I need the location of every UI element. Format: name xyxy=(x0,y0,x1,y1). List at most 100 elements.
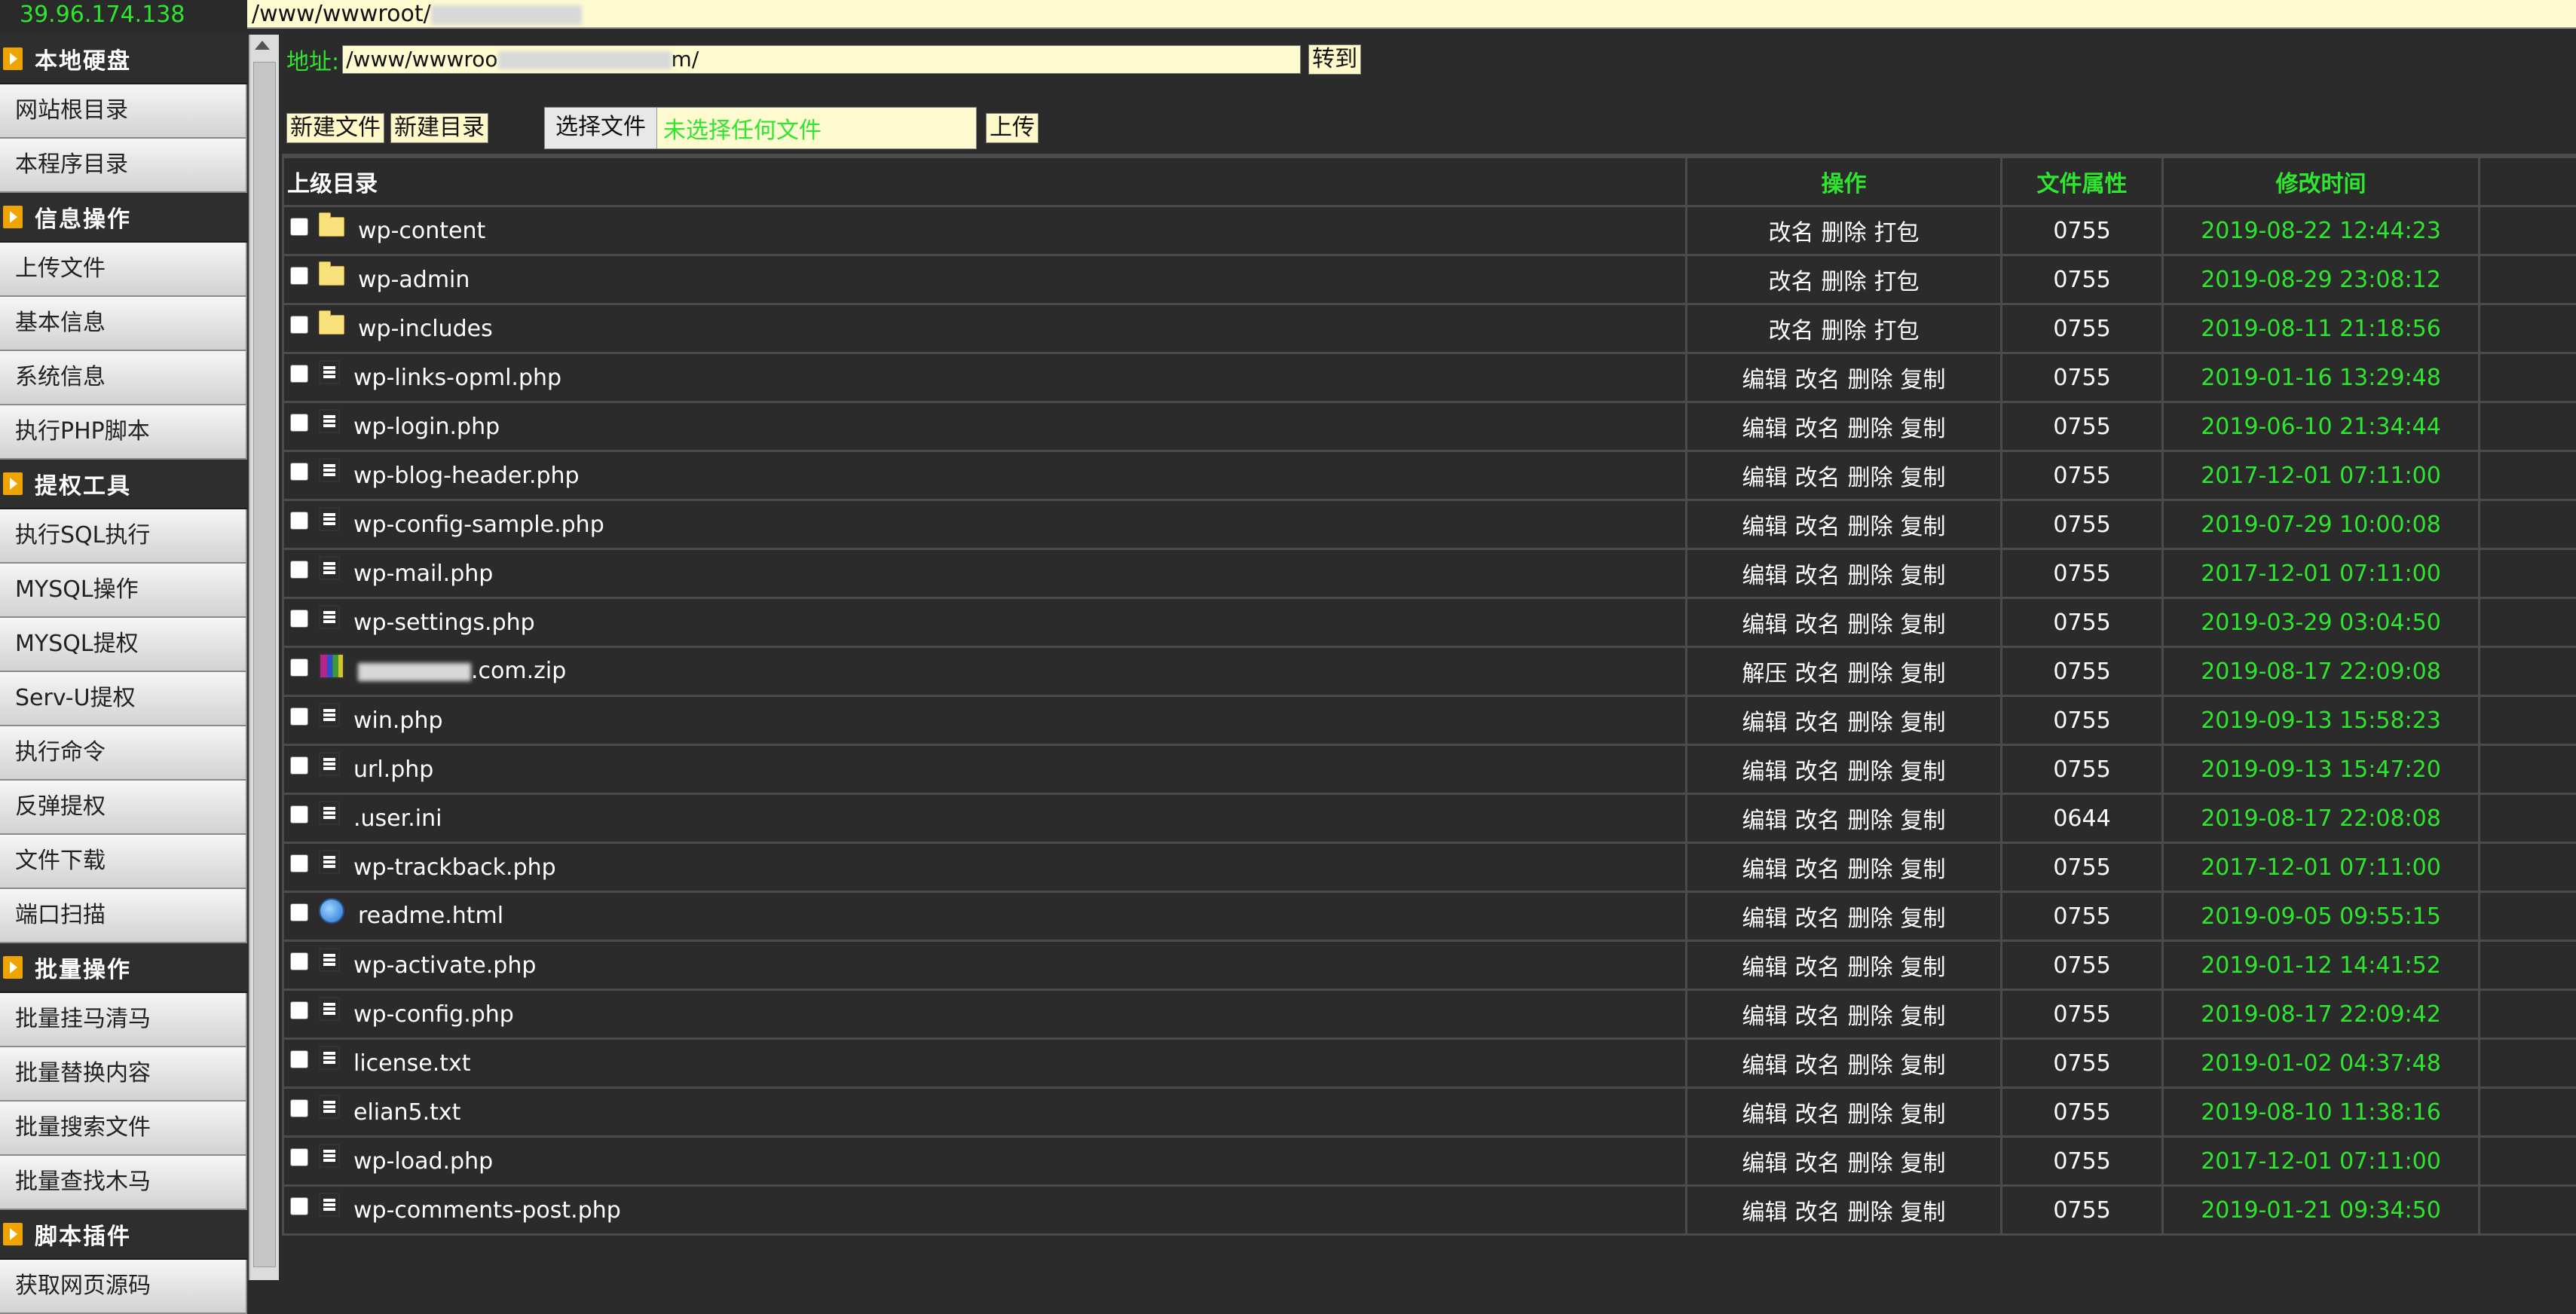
operation-link[interactable]: 复制 xyxy=(1901,514,1946,540)
operation-link[interactable]: 删除 xyxy=(1848,1151,1893,1177)
file-name-link[interactable]: wp-comments-post.php xyxy=(353,1197,621,1224)
sidebar-scrollbar[interactable] xyxy=(249,35,279,1280)
row-checkbox[interactable] xyxy=(290,756,308,775)
file-permissions[interactable]: 0755 xyxy=(2002,549,2163,598)
row-checkbox[interactable] xyxy=(290,561,308,579)
file-permissions[interactable]: 0755 xyxy=(2002,451,2163,500)
operation-link[interactable]: 打包 xyxy=(1874,318,1920,344)
operation-link[interactable]: 复制 xyxy=(1901,906,1946,932)
operation-link[interactable]: 删除 xyxy=(1848,661,1893,687)
file-permissions[interactable]: 0755 xyxy=(2002,1137,2163,1186)
file-permissions[interactable]: 0755 xyxy=(2002,941,2163,990)
operation-link[interactable]: 改名 xyxy=(1795,416,1840,442)
row-checkbox[interactable] xyxy=(290,1197,308,1215)
sidebar-item[interactable]: 批量查找木马 xyxy=(0,1156,247,1210)
sidebar-item[interactable]: MYSQL操作 xyxy=(0,564,247,618)
file-name-link[interactable]: wp-content xyxy=(358,218,485,244)
file-name-link[interactable]: wp-config-sample.php xyxy=(353,512,604,538)
operation-link[interactable]: 改名 xyxy=(1769,318,1814,344)
operation-link[interactable]: 改名 xyxy=(1769,220,1814,246)
operation-link[interactable]: 解压 xyxy=(1742,661,1788,687)
file-name-link[interactable]: elian5.txt xyxy=(353,1099,460,1126)
sidebar-item[interactable]: 批量替换内容 xyxy=(0,1047,247,1102)
operation-link[interactable]: 删除 xyxy=(1848,955,1893,981)
operation-link[interactable]: 复制 xyxy=(1901,1151,1946,1177)
operation-link[interactable]: 删除 xyxy=(1848,612,1893,638)
file-permissions[interactable]: 0755 xyxy=(2002,206,2163,255)
file-name-link[interactable]: wp-links-opml.php xyxy=(353,365,561,391)
operation-link[interactable]: 改名 xyxy=(1795,906,1840,932)
operation-link[interactable]: 删除 xyxy=(1848,563,1893,589)
operation-link[interactable]: 编辑 xyxy=(1742,416,1788,442)
file-name-link[interactable]: readme.html xyxy=(358,903,503,929)
sidebar-item[interactable]: 端口扫描 xyxy=(0,889,247,943)
operation-link[interactable]: 改名 xyxy=(1795,1151,1840,1177)
operation-link[interactable]: 改名 xyxy=(1795,857,1840,883)
operation-link[interactable]: 改名 xyxy=(1795,710,1840,736)
operation-link[interactable]: 编辑 xyxy=(1742,1151,1788,1177)
sidebar-item[interactable]: 获取网页源码 xyxy=(0,1260,247,1314)
file-name-link[interactable]: license.txt xyxy=(353,1050,471,1077)
operation-link[interactable]: 改名 xyxy=(1795,465,1840,491)
file-permissions[interactable]: 0755 xyxy=(2002,1039,2163,1088)
operation-link[interactable]: 复制 xyxy=(1901,563,1946,589)
operation-link[interactable]: 复制 xyxy=(1901,955,1946,981)
sidebar-item[interactable]: 文件下载 xyxy=(0,835,247,889)
row-checkbox[interactable] xyxy=(290,463,308,481)
operation-link[interactable]: 编辑 xyxy=(1742,710,1788,736)
file-name-link[interactable]: wp-config.php xyxy=(353,1001,514,1028)
operation-link[interactable]: 删除 xyxy=(1848,906,1893,932)
row-checkbox[interactable] xyxy=(290,659,308,677)
sidebar-item[interactable]: 反弹提权 xyxy=(0,781,247,835)
operation-link[interactable]: 编辑 xyxy=(1742,808,1788,834)
operation-link[interactable]: 编辑 xyxy=(1742,906,1788,932)
operation-link[interactable]: 删除 xyxy=(1848,710,1893,736)
operation-link[interactable]: 复制 xyxy=(1901,1199,1946,1226)
file-name-link[interactable]: wp-activate.php xyxy=(353,952,536,979)
file-permissions[interactable]: 0755 xyxy=(2002,304,2163,353)
operation-link[interactable]: 删除 xyxy=(1848,465,1893,491)
sidebar-item[interactable]: 批量搜索文件 xyxy=(0,1102,247,1156)
operation-link[interactable]: 删除 xyxy=(1848,1199,1893,1226)
file-name-link[interactable]: win.php xyxy=(353,707,443,734)
file-permissions[interactable]: 0755 xyxy=(2002,892,2163,941)
choose-file-button[interactable]: 选择文件 xyxy=(545,108,657,148)
operation-link[interactable]: 编辑 xyxy=(1742,955,1788,981)
sidebar-item[interactable]: 执行PHP脚本 xyxy=(0,405,247,460)
row-checkbox[interactable] xyxy=(290,414,308,432)
operation-link[interactable]: 删除 xyxy=(1848,1053,1893,1079)
upload-button[interactable]: 上传 xyxy=(986,113,1039,143)
row-checkbox[interactable] xyxy=(290,512,308,530)
operation-link[interactable]: 复制 xyxy=(1901,759,1946,785)
operation-link[interactable]: 复制 xyxy=(1901,710,1946,736)
row-checkbox[interactable] xyxy=(290,316,308,334)
file-name-link[interactable]: wp-mail.php xyxy=(353,561,493,587)
sidebar-item[interactable]: 执行SQL执行 xyxy=(0,509,247,564)
row-checkbox[interactable] xyxy=(290,1148,308,1166)
file-name-link[interactable]: wp-settings.php xyxy=(353,610,535,636)
new-file-button[interactable]: 新建文件 xyxy=(286,113,384,143)
operation-link[interactable]: 编辑 xyxy=(1742,1102,1788,1128)
operation-link[interactable]: 改名 xyxy=(1795,612,1840,638)
sidebar-item[interactable]: 网站根目录 xyxy=(0,84,247,139)
operation-link[interactable]: 复制 xyxy=(1901,612,1946,638)
go-button[interactable]: 转到 xyxy=(1308,44,1361,75)
operation-link[interactable]: 改名 xyxy=(1795,808,1840,834)
operation-link[interactable]: 删除 xyxy=(1848,416,1893,442)
row-checkbox[interactable] xyxy=(290,805,308,824)
scroll-thumb[interactable] xyxy=(253,62,276,1267)
row-checkbox[interactable] xyxy=(290,1099,308,1117)
sidebar-item[interactable]: 执行命令 xyxy=(0,726,247,781)
file-permissions[interactable]: 0755 xyxy=(2002,353,2163,402)
operation-link[interactable]: 复制 xyxy=(1901,1004,1946,1030)
operation-link[interactable]: 编辑 xyxy=(1742,612,1788,638)
row-checkbox[interactable] xyxy=(290,218,308,236)
operation-link[interactable]: 复制 xyxy=(1901,857,1946,883)
new-directory-button[interactable]: 新建目录 xyxy=(390,113,488,143)
file-permissions[interactable]: 0755 xyxy=(2002,1088,2163,1137)
operation-link[interactable]: 改名 xyxy=(1795,514,1840,540)
operation-link[interactable]: 复制 xyxy=(1901,465,1946,491)
sidebar-item[interactable]: 基本信息 xyxy=(0,297,247,351)
operation-link[interactable]: 编辑 xyxy=(1742,857,1788,883)
row-checkbox[interactable] xyxy=(290,267,308,285)
